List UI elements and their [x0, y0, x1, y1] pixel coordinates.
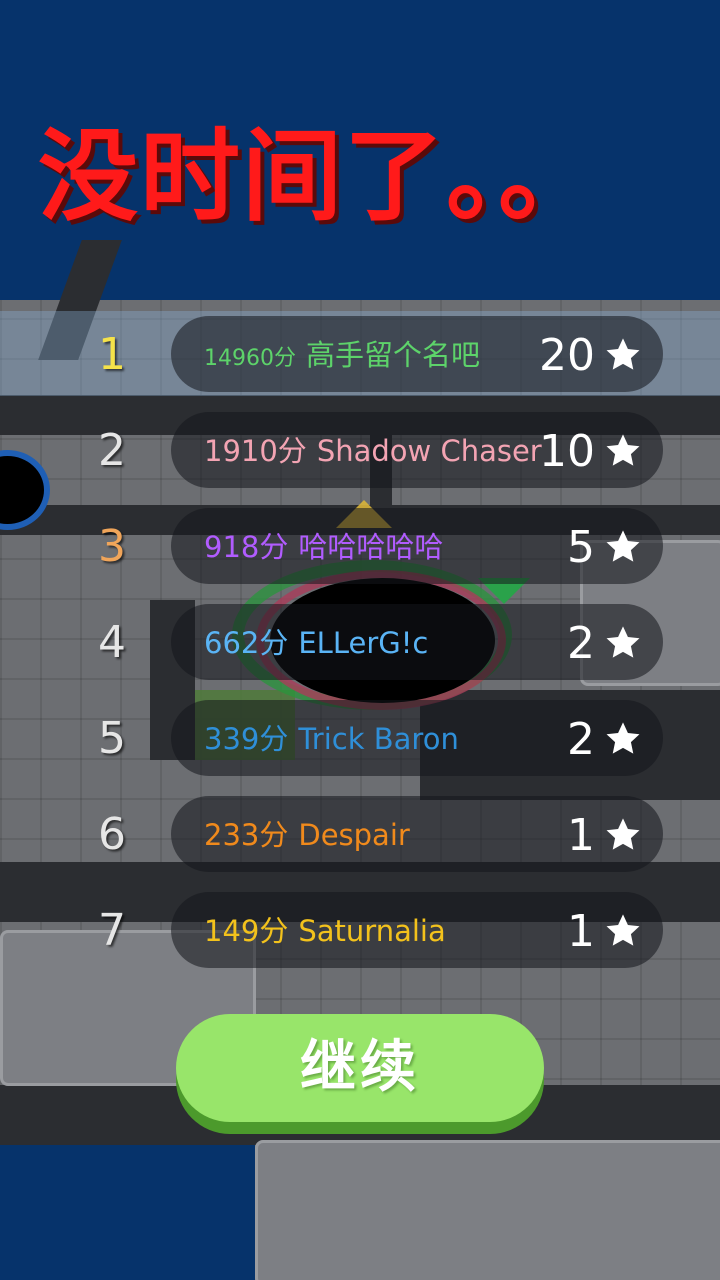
rank-number: 2: [98, 425, 126, 476]
star-icon: [606, 626, 640, 658]
star-count: 2: [567, 618, 595, 669]
star-icon: [606, 530, 640, 562]
player-name: Shadow Chaser: [316, 434, 542, 468]
rank-number: 3: [98, 521, 126, 572]
player-score: 233分: [204, 818, 289, 852]
star-icon: [606, 914, 640, 946]
player-name: 哈哈哈哈哈: [298, 530, 444, 564]
leaderboard-row: 4 662分 ELLerG!c 2: [0, 604, 720, 682]
player-entry: 918分 哈哈哈哈哈: [204, 508, 443, 586]
player-score: 662分: [204, 626, 289, 660]
player-name: Despair: [298, 818, 410, 852]
player-name: Trick Baron: [298, 722, 459, 756]
player-name: Saturnalia: [298, 914, 446, 948]
leaderboard-row: 1 14960分 高手留个名吧 20: [0, 316, 720, 394]
player-entry: 662分 ELLerG!c: [204, 604, 428, 682]
rank-number: 7: [98, 905, 126, 956]
star-count: 2: [567, 714, 595, 765]
player-score: 14960分: [204, 346, 296, 371]
leaderboard-row: 2 1910分 Shadow Chaser 10: [0, 412, 720, 490]
player-score: 1910分: [204, 434, 307, 468]
continue-button[interactable]: 继续: [176, 1014, 544, 1122]
rank-number: 4: [98, 617, 126, 668]
leaderboard-row: 6 233分 Despair 1: [0, 796, 720, 874]
rank-number: 6: [98, 809, 126, 860]
star-count: 1: [567, 906, 595, 957]
rank-number: 1: [98, 329, 126, 380]
star-count: 1: [567, 810, 595, 861]
leaderboard-row: 3 918分 哈哈哈哈哈 5: [0, 508, 720, 586]
star-icon: [606, 434, 640, 466]
player-name: ELLerG!c: [298, 626, 429, 660]
star-count: 5: [567, 522, 595, 573]
star-icon: [606, 338, 640, 370]
star-count: 10: [539, 426, 595, 477]
player-entry: 233分 Despair: [204, 796, 410, 874]
player-score: 339分: [204, 722, 289, 756]
star-icon: [606, 722, 640, 754]
leaderboard-row: 7 149分 Saturnalia 1: [0, 892, 720, 970]
rank-number: 5: [98, 713, 126, 764]
player-score: 918分: [204, 530, 289, 564]
player-name: 高手留个名吧: [306, 338, 481, 372]
player-entry: 14960分 高手留个名吧: [204, 316, 480, 394]
player-score: 149分: [204, 914, 289, 948]
player-entry: 1910分 Shadow Chaser: [204, 412, 542, 490]
star-count: 20: [539, 330, 595, 381]
star-icon: [606, 818, 640, 850]
player-entry: 149分 Saturnalia: [204, 892, 446, 970]
leaderboard-row: 5 339分 Trick Baron 2: [0, 700, 720, 778]
player-entry: 339分 Trick Baron: [204, 700, 459, 778]
